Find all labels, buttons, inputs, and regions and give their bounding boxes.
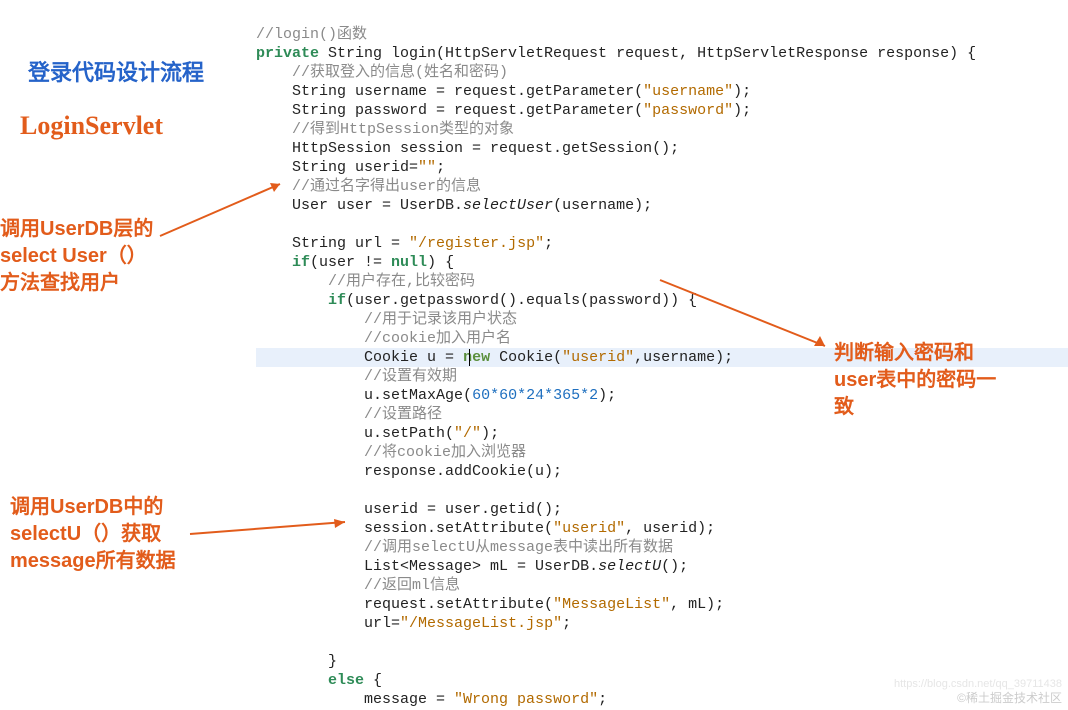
code-text: u.setMaxAge(: [364, 387, 472, 404]
code-number: 60*60*24*365*2: [472, 387, 598, 404]
code-string: "MessageList": [553, 596, 670, 613]
code-text: String userid=: [292, 159, 418, 176]
code-text: u.setPath(: [364, 425, 454, 442]
note-select-user: 调用UserDB层的 select User（） 方法查找用户: [0, 216, 153, 297]
code-text: );: [598, 387, 616, 404]
code-text: , userid);: [625, 520, 715, 537]
code-string: "/register.jsp": [409, 235, 544, 252]
code-text: (username);: [553, 197, 652, 214]
code-string: "userid": [562, 349, 634, 366]
watermark-text: ©稀土掘金技术社区: [957, 689, 1062, 706]
code-text: ;: [598, 691, 607, 708]
code-text: request.setAttribute(: [364, 596, 553, 613]
code-text: List<Message> mL = UserDB.: [364, 558, 598, 575]
note-line: 调用UserDB层的: [0, 216, 153, 243]
code-text: String username = request.getParameter(: [292, 83, 643, 100]
code-text: String url =: [292, 235, 409, 252]
code-editor[interactable]: //login()函数 private String login(HttpSer…: [256, 6, 976, 709]
code-text: (user !=: [310, 254, 391, 271]
code-keyword: null: [391, 254, 427, 271]
code-text: session.setAttribute(: [364, 520, 553, 537]
diagram-title: 登录代码设计流程: [28, 58, 204, 88]
text-cursor: [469, 349, 470, 366]
code-text: ) {: [427, 254, 454, 271]
note-line: selectU（）获取: [10, 521, 176, 548]
note-line: select User（）: [0, 243, 153, 270]
code-string: "username": [643, 83, 733, 100]
code-comment: //用户存在,比较密码: [328, 273, 475, 290]
code-keyword: new: [463, 349, 490, 366]
code-comment: //login()函数: [256, 26, 367, 43]
code-text: response.addCookie(u);: [364, 463, 562, 480]
code-text: String login(HttpServletRequest request,…: [319, 45, 976, 62]
code-comment: //用于记录该用户状态: [364, 311, 517, 328]
code-string: "password": [643, 102, 733, 119]
code-text: );: [733, 83, 751, 100]
code-text: HttpSession session = request.getSession…: [292, 140, 679, 157]
code-keyword: private: [256, 45, 319, 62]
code-keyword: if: [328, 292, 346, 309]
code-text: }: [328, 653, 337, 670]
note-line: 调用UserDB中的: [10, 494, 176, 521]
code-comment: //返回ml信息: [364, 577, 460, 594]
code-comment: //将cookie加入浏览器: [364, 444, 526, 461]
code-text: ;: [544, 235, 553, 252]
code-text: {: [364, 672, 382, 689]
arrow-to-selectuser: [160, 176, 300, 246]
code-text: userid = user.getid();: [364, 501, 562, 518]
code-comment: //得到HttpSession类型的对象: [292, 121, 514, 138]
code-text: Cookie u =: [364, 349, 463, 366]
servlet-title: LoginServlet: [20, 108, 163, 143]
code-text: Cookie(: [490, 349, 562, 366]
code-comment: //调用selectU从message表中读出所有数据: [364, 539, 673, 556]
code-comment: //cookie加入用户名: [364, 330, 511, 347]
code-string: "Wrong password": [454, 691, 598, 708]
code-text: ();: [661, 558, 688, 575]
code-text: ;: [562, 615, 571, 632]
code-method: selectUser: [463, 197, 553, 214]
code-comment: //通过名字得出user的信息: [292, 178, 481, 195]
arrow-from-equals: [660, 280, 840, 360]
code-comment: //设置路径: [364, 406, 442, 423]
code-text: );: [733, 102, 751, 119]
code-string: "/": [454, 425, 481, 442]
note-line: message所有数据: [10, 548, 176, 575]
note-line: 方法查找用户: [0, 270, 153, 297]
code-string: "": [418, 159, 436, 176]
code-text: ;: [436, 159, 445, 176]
code-comment: //获取登入的信息(姓名和密码): [292, 64, 508, 81]
code-string: "userid": [553, 520, 625, 537]
code-text: (user.getpassword().equals(password)) {: [346, 292, 697, 309]
code-string: "/MessageList.jsp": [400, 615, 562, 632]
code-text: );: [481, 425, 499, 442]
code-text: User user = UserDB.: [292, 197, 463, 214]
code-text: , mL);: [670, 596, 724, 613]
code-comment: //设置有效期: [364, 368, 457, 385]
code-keyword: else: [328, 672, 364, 689]
code-text: String password = request.getParameter(: [292, 102, 643, 119]
arrow-to-selectu: [190, 516, 360, 546]
code-keyword: if: [292, 254, 310, 271]
code-text: url=: [364, 615, 400, 632]
code-method: selectU: [598, 558, 661, 575]
code-text: message =: [364, 691, 454, 708]
note-selectu-message: 调用UserDB中的 selectU（）获取 message所有数据: [10, 494, 176, 575]
